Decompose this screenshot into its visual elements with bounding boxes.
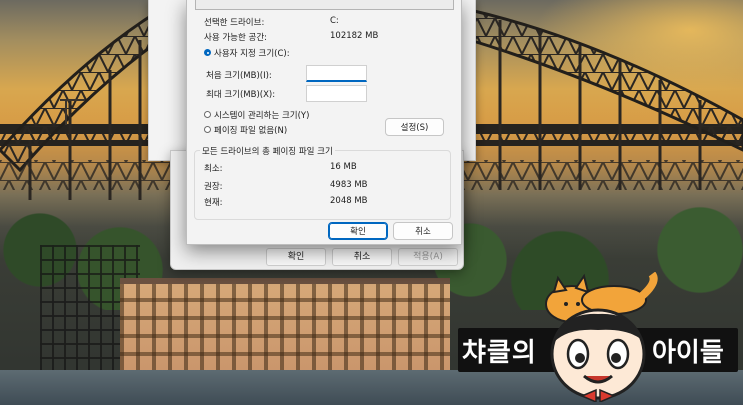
selected-drive-label: 선택한 드라이브:	[204, 18, 265, 28]
max-size-input[interactable]	[306, 85, 367, 102]
recommended-label: 권장:	[204, 182, 223, 192]
back-cancel-button[interactable]: 취소	[332, 248, 392, 266]
mascot-logo	[545, 272, 658, 402]
total-paging-group	[194, 150, 451, 220]
initial-size-label: 처음 크기(MB)(I):	[206, 71, 272, 81]
drive-list[interactable]	[195, 0, 454, 10]
system-managed-radio[interactable]	[204, 111, 211, 118]
no-paging-label[interactable]: 페이징 파일 없음(N)	[214, 124, 287, 136]
back-apply-button[interactable]: 적용(A)	[398, 248, 458, 266]
wallpaper-building	[120, 278, 450, 384]
initial-size-input[interactable]	[306, 65, 367, 82]
banner-left-text: 챠클의	[462, 338, 537, 368]
total-paging-group-title: 모든 드라이브의 총 페이징 파일 크기	[200, 145, 335, 157]
ok-button[interactable]: 확인	[328, 222, 388, 240]
available-space-value: 102182 MB	[330, 31, 379, 41]
current-label: 현재:	[204, 198, 223, 208]
back-ok-button[interactable]: 확인	[266, 248, 326, 266]
available-space-label: 사용 가능한 공간:	[204, 33, 268, 43]
minimum-value: 16 MB	[330, 162, 357, 172]
system-managed-label[interactable]: 시스템이 관리하는 크기(Y)	[214, 109, 309, 121]
minimum-label: 최소:	[204, 164, 223, 174]
current-value: 2048 MB	[330, 196, 368, 206]
banner-right-text: 아이들	[652, 338, 724, 368]
recommended-value: 4983 MB	[330, 180, 368, 190]
selected-drive-value: C:	[330, 16, 339, 26]
max-size-label: 최대 크기(MB)(X):	[206, 90, 276, 100]
no-paging-radio[interactable]	[204, 126, 211, 133]
cancel-button[interactable]: 취소	[393, 222, 453, 240]
custom-size-radio[interactable]	[204, 49, 211, 56]
set-button[interactable]: 설정(S)	[385, 118, 444, 136]
custom-size-label[interactable]: 사용자 지정 크기(C):	[214, 47, 290, 59]
